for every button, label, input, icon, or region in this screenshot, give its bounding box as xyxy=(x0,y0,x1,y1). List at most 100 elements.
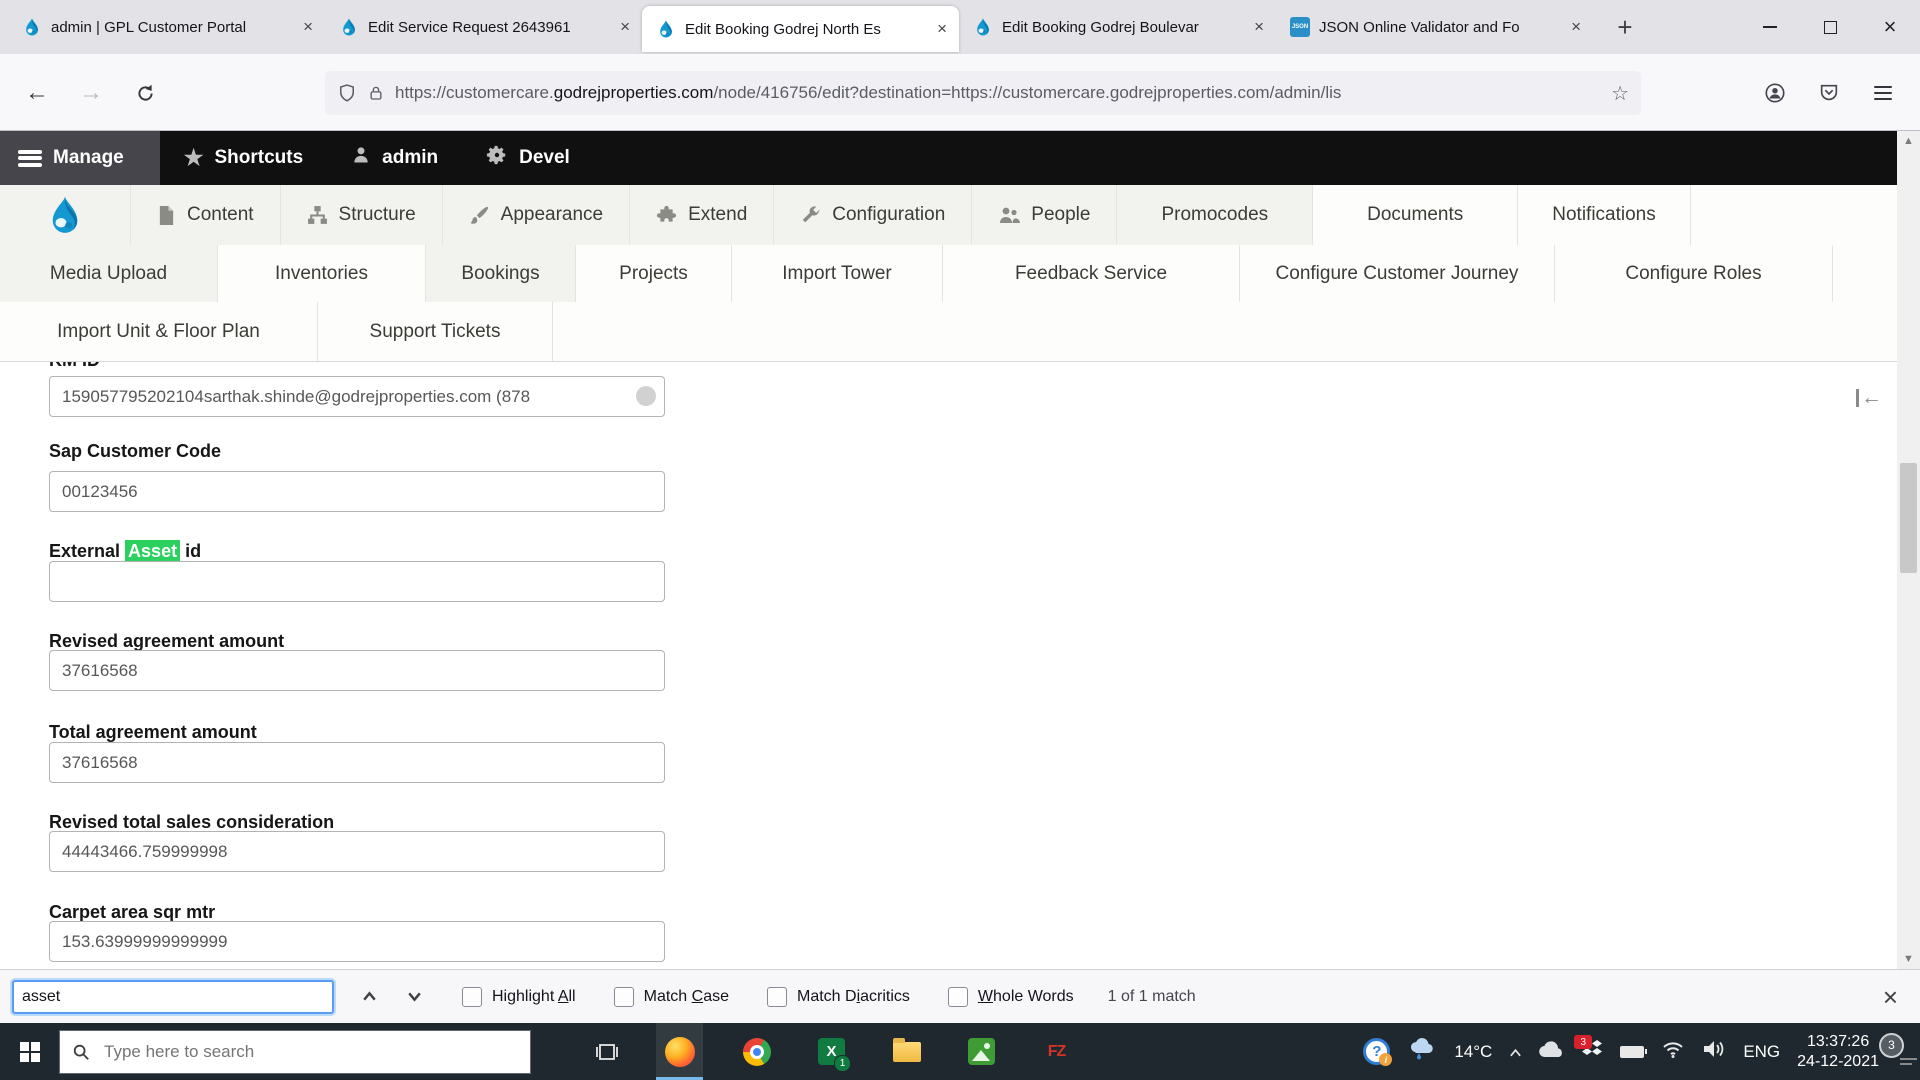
pocket-icon[interactable] xyxy=(1812,78,1846,108)
minimize-button[interactable] xyxy=(1740,0,1800,54)
menu-item-import-unit-floor-plan[interactable]: Import Unit & Floor Plan xyxy=(0,302,318,361)
tray-expand-icon[interactable] xyxy=(1509,1046,1522,1058)
menu-item-configure-roles[interactable]: Configure Roles xyxy=(1555,245,1833,302)
tab-close-icon[interactable]: × xyxy=(933,19,959,39)
toolbar-item-devel[interactable]: Devel xyxy=(462,131,594,185)
forward-button[interactable]: → xyxy=(72,74,110,112)
close-window-button[interactable]: × xyxy=(1860,0,1920,54)
menu-item-projects[interactable]: Projects xyxy=(576,245,732,302)
menu-item-media-upload[interactable]: Media Upload xyxy=(0,245,218,302)
tab-close-icon[interactable]: × xyxy=(299,17,325,37)
carpet-area-sqr-mtr-input[interactable] xyxy=(49,921,665,962)
whole-words-option[interactable]: Whole Words xyxy=(947,986,1074,1007)
tab-edit-service-request[interactable]: Edit Service Request 2643961 × xyxy=(325,0,642,54)
admin-menu-row-3: Import Unit & Floor Plan Support Tickets xyxy=(0,302,1920,361)
tab-gpl-customer-portal[interactable]: admin | GPL Customer Portal × xyxy=(8,0,325,54)
tab-close-icon[interactable]: × xyxy=(1567,17,1593,37)
taskbar-firefox-button[interactable] xyxy=(656,1023,703,1080)
scrollbar-thumb[interactable] xyxy=(1900,463,1917,573)
total-agreement-amount-label: Total agreement amount xyxy=(49,722,257,742)
taskbar-green-image-app-button[interactable] xyxy=(958,1023,1005,1080)
page-scrollbar[interactable]: ▲ ▼ xyxy=(1897,131,1920,969)
start-button[interactable] xyxy=(0,1023,59,1080)
find-input[interactable] xyxy=(12,979,334,1014)
tab-title: Edit Service Request 2643961 xyxy=(368,18,571,36)
reload-button[interactable] xyxy=(126,74,164,112)
external-asset-id-input[interactable] xyxy=(49,561,665,602)
drupal-logo[interactable] xyxy=(0,185,131,245)
menu-item-inventories[interactable]: Inventories xyxy=(218,245,426,302)
tab-edit-booking-boulevard[interactable]: Edit Booking Godrej Boulevar × xyxy=(959,0,1276,54)
highlight-all-label: Highlight All xyxy=(492,987,576,1005)
account-icon[interactable] xyxy=(1758,78,1792,108)
km-id-input[interactable] xyxy=(49,376,665,417)
tracking-shield-icon[interactable] xyxy=(337,83,357,103)
menu-item-promocodes[interactable]: Promocodes xyxy=(1117,185,1314,245)
task-view-button[interactable] xyxy=(583,1023,630,1080)
restore-button[interactable] xyxy=(1800,0,1860,54)
revised-agreement-amount-input[interactable] xyxy=(49,650,665,691)
highlight-all-option[interactable]: Highlight All xyxy=(462,986,576,1007)
menu-item-label: Configure Roles xyxy=(1625,262,1762,284)
menu-item-extend[interactable]: Extend xyxy=(630,185,775,245)
toolbar-item-admin-user[interactable]: admin xyxy=(327,131,462,185)
taskbar-file-explorer-button[interactable] xyxy=(883,1023,930,1080)
menu-item-notifications[interactable]: Notifications xyxy=(1518,185,1691,245)
taskbar-chrome-button[interactable] xyxy=(733,1023,780,1080)
get-help-icon[interactable]: ? xyxy=(1363,1038,1393,1066)
match-case-checkbox[interactable] xyxy=(613,986,634,1007)
weather-temp[interactable]: 14°C xyxy=(1454,1042,1492,1062)
tab-close-icon[interactable]: × xyxy=(616,17,642,37)
match-diacritics-option[interactable]: Match Diacritics xyxy=(766,986,910,1007)
toolbar-item-manage[interactable]: Manage xyxy=(0,131,160,185)
onedrive-icon[interactable] xyxy=(1538,1040,1564,1063)
menu-item-content[interactable]: Content xyxy=(131,185,281,245)
bookmark-star-icon[interactable]: ☆ xyxy=(1611,81,1629,106)
url-bar[interactable]: https://customercare.godrejproperties.co… xyxy=(325,71,1641,115)
network-icon[interactable] xyxy=(1661,1039,1685,1064)
find-previous-button[interactable] xyxy=(360,988,379,1005)
tab-close-icon[interactable]: × xyxy=(1250,17,1276,37)
find-next-button[interactable] xyxy=(405,988,424,1005)
taskbar-search-box[interactable] xyxy=(59,1029,531,1074)
scroll-down-icon[interactable]: ▼ xyxy=(1897,953,1920,965)
taskbar-excel-button[interactable]: X 1 xyxy=(808,1023,855,1080)
tab-json-validator[interactable]: JSON JSON Online Validator and Fo × xyxy=(1276,0,1593,54)
match-diacritics-checkbox[interactable] xyxy=(766,986,787,1007)
menu-item-label: Promocodes xyxy=(1161,204,1269,225)
menu-item-appearance[interactable]: Appearance xyxy=(442,185,631,245)
speaker-icon[interactable] xyxy=(1702,1039,1726,1064)
menu-item-structure[interactable]: Structure xyxy=(280,185,443,245)
taskbar-clock[interactable]: 13:37:26 24-12-2021 xyxy=(1797,1032,1879,1072)
taskbar-search-input[interactable] xyxy=(102,1040,518,1063)
match-case-option[interactable]: Match Case xyxy=(613,986,729,1007)
whole-words-checkbox[interactable] xyxy=(947,986,968,1007)
revised-total-sales-consideration-input[interactable] xyxy=(49,831,665,872)
toolbar-item-shortcuts[interactable]: ★ Shortcuts xyxy=(160,131,327,185)
new-tab-button[interactable]: + xyxy=(1605,12,1645,43)
app-menu-button[interactable] xyxy=(1866,78,1900,108)
dropbox-icon[interactable]: 3 xyxy=(1574,1035,1603,1064)
tab-edit-booking-north-active[interactable]: Edit Booking Godrej North Es × xyxy=(642,6,959,52)
highlight-all-checkbox[interactable] xyxy=(462,986,482,1007)
total-agreement-amount-input[interactable] xyxy=(49,742,665,783)
menu-item-support-tickets[interactable]: Support Tickets xyxy=(318,302,553,361)
language-indicator[interactable]: ENG xyxy=(1743,1042,1780,1062)
menu-item-import-tower[interactable]: Import Tower xyxy=(732,245,943,302)
menu-item-documents[interactable]: Documents xyxy=(1313,185,1519,245)
menu-item-feedback-service[interactable]: Feedback Service xyxy=(943,245,1240,302)
menu-item-bookings[interactable]: Bookings xyxy=(426,245,576,302)
sap-customer-code-input[interactable] xyxy=(49,471,665,512)
menu-item-configure-customer-journey[interactable]: Configure Customer Journey xyxy=(1240,245,1555,302)
weather-icon[interactable] xyxy=(1407,1036,1437,1067)
collapse-menu-button[interactable]: ← xyxy=(1856,386,1882,410)
menu-item-configuration[interactable]: Configuration xyxy=(774,185,973,245)
taskbar-filezilla-button[interactable]: FZ xyxy=(1033,1023,1080,1080)
battery-icon[interactable] xyxy=(1620,1045,1648,1058)
back-button[interactable]: ← xyxy=(18,74,56,112)
lock-icon[interactable] xyxy=(367,83,385,103)
scroll-up-icon[interactable]: ▲ xyxy=(1897,135,1920,147)
menu-item-people[interactable]: People xyxy=(972,185,1118,245)
url-subdomain: customercare. xyxy=(446,83,554,102)
find-close-button[interactable]: × xyxy=(1883,984,1898,1010)
